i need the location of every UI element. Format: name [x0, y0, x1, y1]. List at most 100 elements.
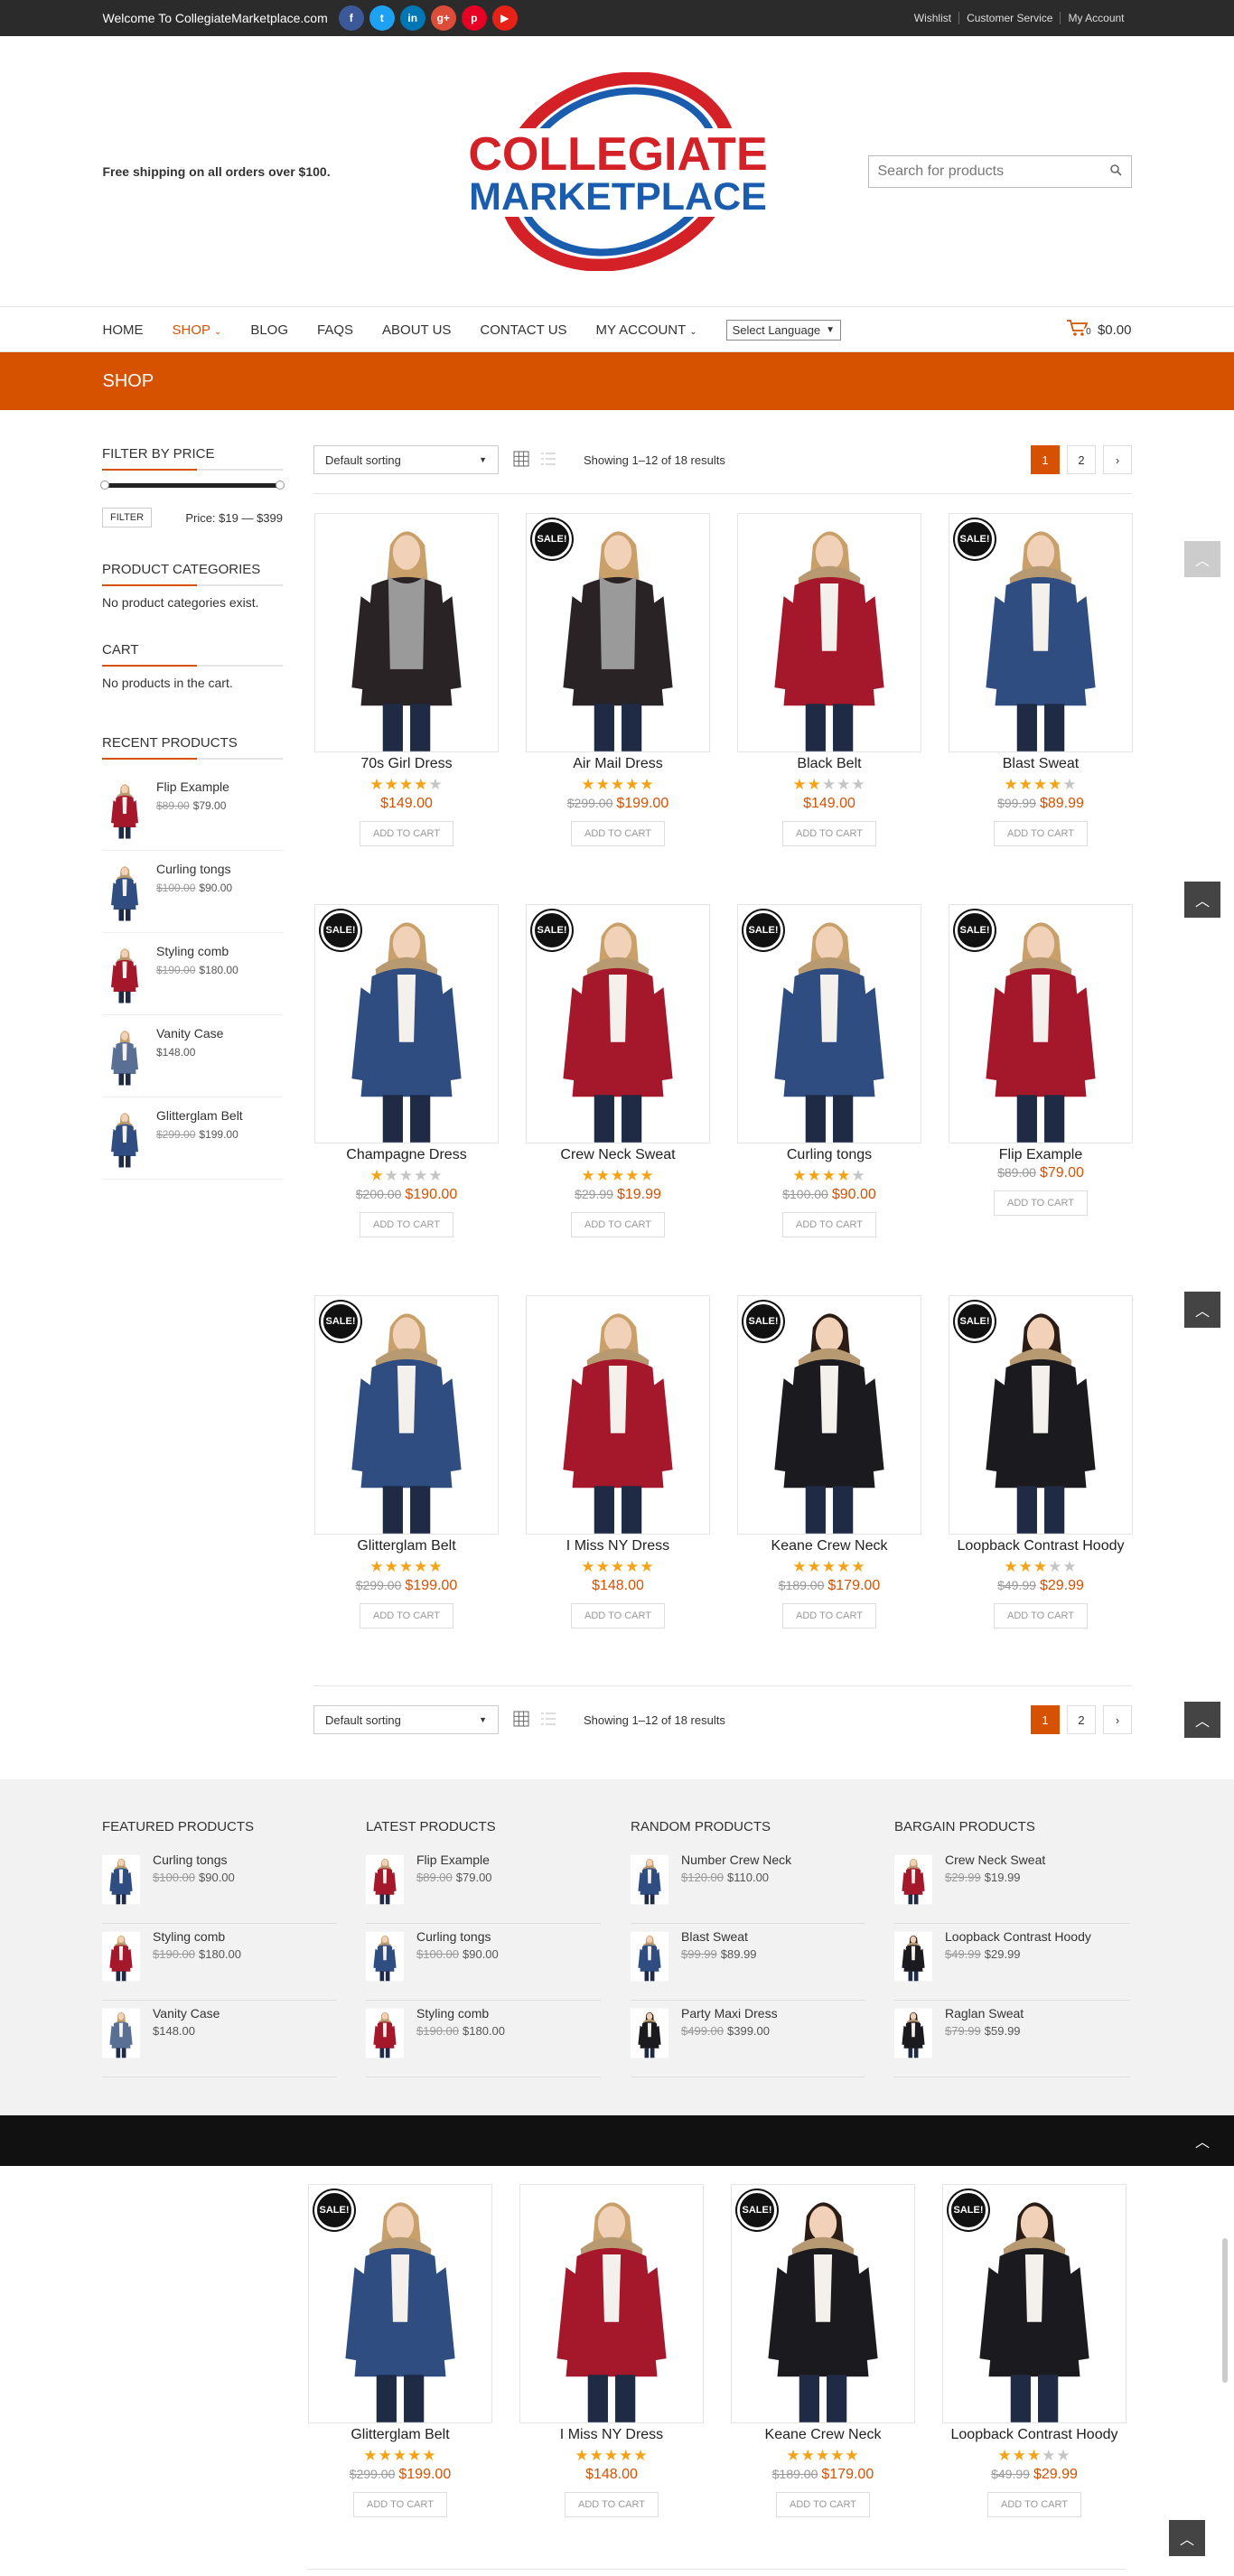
- product-image[interactable]: SALE!: [731, 2184, 915, 2423]
- product-image[interactable]: SALE!: [526, 904, 710, 1143]
- product-card[interactable]: SALE! Loopback Contrast Hoody ★★★★★ $49.99 $…: [942, 2184, 1126, 2517]
- footer-product-item[interactable]: Flip Example $89.00 $79.00: [366, 1847, 601, 1924]
- product-title[interactable]: I Miss NY Dress: [526, 1538, 710, 1554]
- footer-product-item[interactable]: Number Crew Neck $120.00 $110.00: [631, 1847, 865, 1924]
- product-name[interactable]: Blast Sweat: [681, 1929, 757, 1944]
- product-name[interactable]: Vanity Case: [156, 1026, 223, 1041]
- product-card[interactable]: SALE! Glitterglam Belt ★★★★★ $299.00 $199.00…: [308, 2184, 492, 2517]
- back-to-top-button[interactable]: ︿: [1184, 1702, 1220, 1738]
- product-card[interactable]: SALE! Blast Sweat ★★★★★ $99.99 $89.99 ADD TO …: [949, 513, 1133, 846]
- product-thumbnail[interactable]: [366, 1929, 404, 1983]
- product-thumbnail[interactable]: [102, 779, 147, 839]
- google-plus-icon[interactable]: g+: [430, 5, 456, 31]
- product-image[interactable]: SALE!: [314, 904, 499, 1143]
- add-to-cart-button[interactable]: ADD TO CART: [994, 821, 1088, 846]
- product-thumbnail[interactable]: [894, 2006, 932, 2060]
- add-to-cart-button[interactable]: ADD TO CART: [782, 1603, 876, 1629]
- product-name[interactable]: Crew Neck Sweat: [945, 1853, 1045, 1867]
- page-2[interactable]: 2: [1067, 445, 1096, 474]
- product-title[interactable]: Champagne Dress: [314, 1147, 499, 1163]
- nav-about-us[interactable]: ABOUT US: [382, 322, 451, 338]
- product-image[interactable]: SALE!: [526, 513, 710, 752]
- product-image[interactable]: SALE!: [737, 1295, 921, 1535]
- list-view-icon[interactable]: [540, 451, 556, 470]
- grid-view-icon[interactable]: [513, 1711, 529, 1730]
- product-card[interactable]: SALE! Loopback Contrast Hoody ★★★★★ $49.99 $…: [949, 1295, 1133, 1629]
- product-thumbnail[interactable]: [631, 1853, 668, 1907]
- list-view-icon[interactable]: [540, 1711, 556, 1730]
- product-thumbnail[interactable]: [894, 1853, 932, 1907]
- nav-shop[interactable]: SHOP ⌄: [173, 322, 222, 338]
- product-title[interactable]: I Miss NY Dress: [519, 2427, 704, 2443]
- product-title[interactable]: 70s Girl Dress: [314, 756, 499, 772]
- twitter-icon[interactable]: t: [369, 5, 395, 31]
- add-to-cart-button[interactable]: ADD TO CART: [994, 1603, 1088, 1629]
- product-thumbnail[interactable]: [366, 2006, 404, 2060]
- product-title[interactable]: Keane Crew Neck: [731, 2427, 915, 2443]
- customer-service-link[interactable]: Customer Service: [958, 12, 1060, 24]
- product-name[interactable]: Vanity Case: [153, 2006, 220, 2021]
- slider-handle-max[interactable]: [276, 481, 285, 490]
- footer-product-item[interactable]: Styling comb $190.00 $180.00: [102, 1924, 337, 2001]
- footer-product-item[interactable]: Loopback Contrast Hoody $49.99 $29.99: [894, 1924, 1129, 2001]
- product-title[interactable]: Glitterglam Belt: [308, 2427, 492, 2443]
- header-cart[interactable]: 0 $0.00: [1065, 318, 1132, 341]
- add-to-cart-button[interactable]: ADD TO CART: [782, 821, 876, 846]
- scrollbar[interactable]: [1222, 2238, 1228, 2383]
- product-thumbnail[interactable]: [102, 1026, 147, 1086]
- footer-product-item[interactable]: Vanity Case $148.00: [102, 2001, 337, 2077]
- recent-product-item[interactable]: Vanity Case $148.00: [102, 1015, 283, 1097]
- nav-my-account[interactable]: MY ACCOUNT ⌄: [596, 322, 697, 338]
- product-title[interactable]: Loopback Contrast Hoody: [949, 1538, 1133, 1554]
- product-thumbnail[interactable]: [631, 2006, 668, 2060]
- product-name[interactable]: Styling comb: [153, 1929, 241, 1944]
- product-name[interactable]: Loopback Contrast Hoody: [945, 1929, 1091, 1944]
- recent-product-item[interactable]: Curling tongs $100.00 $90.00: [102, 851, 283, 933]
- sort-select[interactable]: Default sorting ▼: [313, 445, 499, 474]
- product-image[interactable]: [519, 2184, 704, 2423]
- footer-product-item[interactable]: Raglan Sweat $79.99 $59.99: [894, 2001, 1129, 2077]
- add-to-cart-button[interactable]: ADD TO CART: [360, 821, 453, 846]
- add-to-cart-button[interactable]: ADD TO CART: [360, 1603, 453, 1629]
- product-name[interactable]: Styling comb: [416, 2006, 505, 2021]
- product-name[interactable]: Curling tongs: [416, 1929, 499, 1944]
- product-title[interactable]: Loopback Contrast Hoody: [942, 2427, 1126, 2443]
- page-2[interactable]: 2: [1067, 1705, 1096, 1734]
- product-card[interactable]: SALE! Air Mail Dress ★★★★★ $299.00 $199.00 AD…: [526, 513, 710, 846]
- product-card[interactable]: SALE! Keane Crew Neck ★★★★★ $189.00 $179.00 A…: [731, 2184, 915, 2517]
- add-to-cart-button[interactable]: ADD TO CART: [776, 2492, 870, 2517]
- language-select[interactable]: Select Language ▼: [725, 319, 842, 341]
- product-image[interactable]: SALE!: [949, 904, 1133, 1143]
- add-to-cart-button[interactable]: ADD TO CART: [360, 1212, 453, 1237]
- product-name[interactable]: Raglan Sweat: [945, 2006, 1024, 2021]
- product-name[interactable]: Styling comb: [156, 944, 238, 958]
- product-image[interactable]: SALE!: [949, 513, 1133, 752]
- product-thumbnail[interactable]: [631, 1929, 668, 1983]
- product-image[interactable]: SALE!: [737, 904, 921, 1143]
- my-account-link[interactable]: My Account: [1060, 12, 1131, 24]
- page-1[interactable]: 1: [1031, 445, 1060, 474]
- product-card[interactable]: SALE! Curling tongs ★★★★★ $100.00 $90.00 ADD …: [737, 904, 921, 1237]
- product-card[interactable]: SALE! Keane Crew Neck ★★★★★ $189.00 $179.00 A…: [737, 1295, 921, 1629]
- wishlist-link[interactable]: Wishlist: [907, 12, 958, 24]
- product-card[interactable]: 70s Girl Dress ★★★★★ $149.00 ADD TO CART: [314, 513, 499, 846]
- search-input[interactable]: Search for products: [878, 163, 1005, 180]
- product-name[interactable]: Party Maxi Dress: [681, 2006, 778, 2021]
- product-name[interactable]: Flip Example: [416, 1853, 492, 1867]
- footer-product-item[interactable]: Crew Neck Sweat $29.99 $19.99: [894, 1847, 1129, 1924]
- nav-contact-us[interactable]: CONTACT US: [480, 322, 566, 338]
- product-image[interactable]: SALE!: [308, 2184, 492, 2423]
- nav-home[interactable]: HOME: [103, 322, 144, 338]
- recent-product-item[interactable]: Styling comb $190.00 $180.00: [102, 933, 283, 1015]
- product-name[interactable]: Curling tongs: [153, 1853, 235, 1867]
- product-card[interactable]: I Miss NY Dress ★★★★★ $148.00 ADD TO CART: [519, 2184, 704, 2517]
- facebook-icon[interactable]: f: [338, 5, 364, 31]
- search-icon[interactable]: [1109, 163, 1122, 181]
- product-card[interactable]: I Miss NY Dress ★★★★★ $148.00 ADD TO CART: [526, 1295, 710, 1629]
- grid-view-icon[interactable]: [513, 451, 529, 470]
- product-thumbnail[interactable]: [102, 1853, 140, 1907]
- back-to-top-button[interactable]: ︿: [1184, 882, 1220, 918]
- product-image[interactable]: SALE!: [949, 1295, 1133, 1535]
- product-thumbnail[interactable]: [102, 944, 147, 1003]
- footer-product-item[interactable]: Styling comb $190.00 $180.00: [366, 2001, 601, 2077]
